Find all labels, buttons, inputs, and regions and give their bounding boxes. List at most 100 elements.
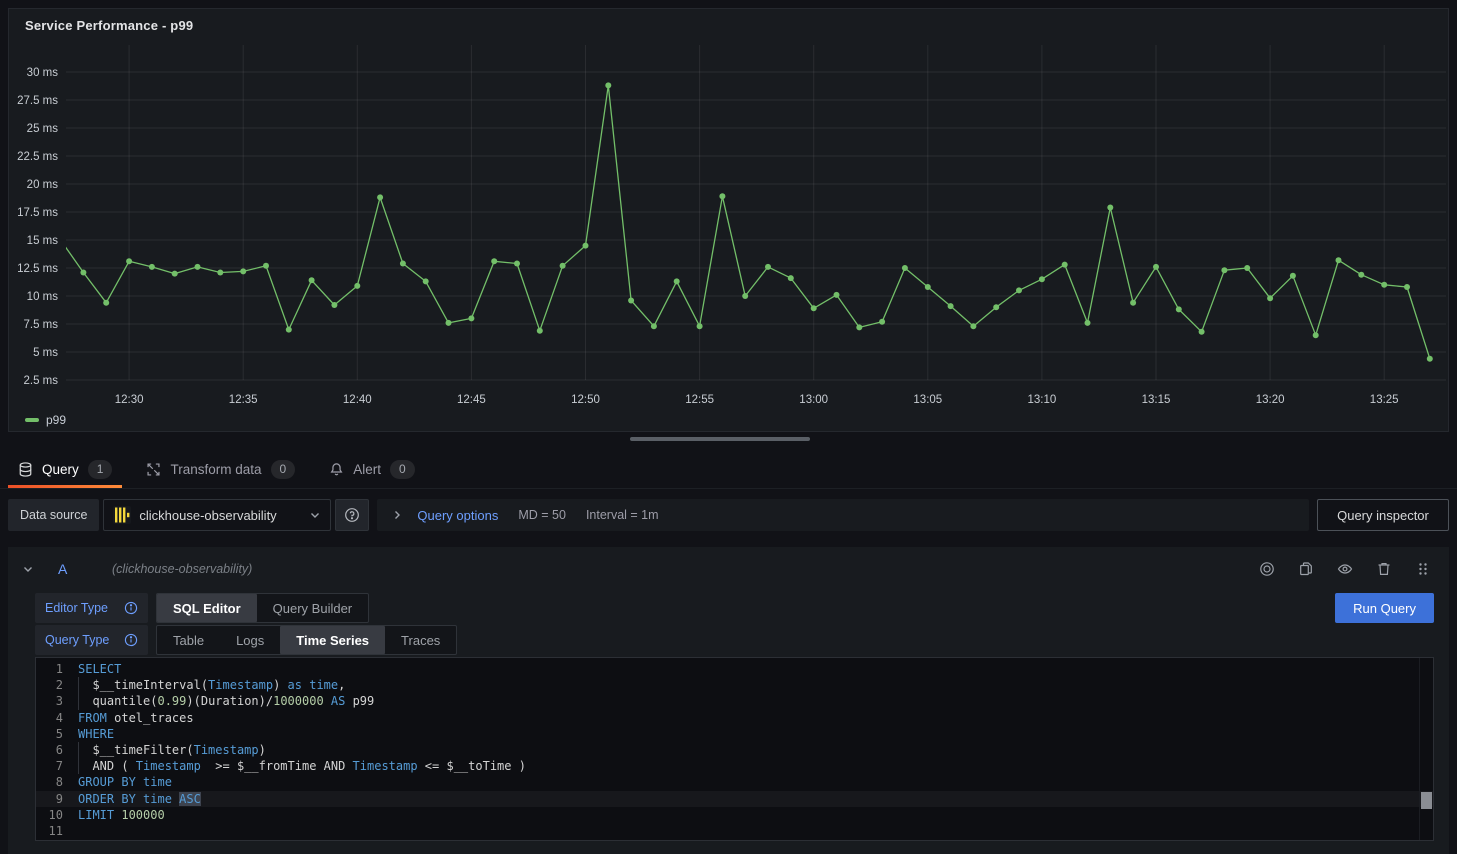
editor-mode-query-builder[interactable]: Query Builder (257, 594, 368, 622)
svg-text:13:25: 13:25 (1370, 394, 1399, 406)
query-type-row: Query Type Table Logs Time Series Traces (35, 625, 1434, 655)
hide-response-eye-icon[interactable] (1337, 561, 1353, 577)
query-type-switcher: Table Logs Time Series Traces (156, 625, 457, 655)
tab-transform-count: 0 (271, 460, 296, 479)
chart-legend[interactable]: p99 (25, 413, 66, 427)
svg-text:13:05: 13:05 (913, 394, 942, 406)
svg-text:17.5 ms: 17.5 ms (17, 207, 58, 219)
svg-text:15 ms: 15 ms (27, 235, 59, 247)
delete-query-trash-icon[interactable] (1376, 561, 1392, 577)
transform-icon (146, 462, 161, 477)
svg-text:2.5 ms: 2.5 ms (23, 375, 58, 387)
datasource-help-button[interactable] (335, 499, 369, 531)
code-line-4[interactable]: 4FROM otel_traces (36, 710, 1433, 726)
query-type-traces[interactable]: Traces (385, 626, 456, 654)
tab-query[interactable]: Query 1 (8, 451, 122, 488)
bell-icon (329, 462, 344, 477)
editor-mode-sql-editor[interactable]: SQL Editor (157, 594, 257, 622)
svg-text:10 ms: 10 ms (27, 291, 59, 303)
svg-text:12:45: 12:45 (457, 394, 486, 406)
panel-title: Service Performance - p99 (9, 9, 1448, 33)
query-row-header: A (clickhouse-observability) (8, 547, 1449, 591)
tab-alert-count: 0 (390, 460, 415, 479)
editor-type-chip: Editor Type (35, 593, 148, 623)
query-options-label[interactable]: Query options (417, 508, 498, 523)
editor-type-row: Editor Type SQL Editor Query Builder Run… (35, 593, 1434, 623)
tab-alert-label: Alert (353, 462, 381, 477)
sql-code-editor[interactable]: 1SELECT2 $__timeInterval(Timestamp) as t… (35, 657, 1434, 841)
tab-alert[interactable]: Alert 0 (319, 451, 424, 488)
query-row-card: A (clickhouse-observability) Editor Type (8, 547, 1449, 854)
code-line-10[interactable]: 10LIMIT 100000 (36, 807, 1433, 823)
query-inspector-button[interactable]: Query inspector (1317, 499, 1449, 531)
datasource-selected: clickhouse-observability (139, 508, 301, 523)
tab-transform-data[interactable]: Transform data 0 (136, 451, 305, 488)
svg-text:7.5 ms: 7.5 ms (23, 319, 58, 331)
info-circle-icon[interactable] (124, 601, 138, 615)
svg-text:5 ms: 5 ms (33, 347, 58, 359)
code-line-9[interactable]: 9ORDER BY time ASC (36, 791, 1433, 807)
legend-label[interactable]: p99 (46, 413, 66, 427)
chevron-down-icon (309, 509, 321, 521)
run-query-button[interactable]: Run Query (1335, 593, 1434, 623)
disable-query-icon[interactable] (1259, 561, 1275, 577)
line-number: 10 (36, 807, 76, 823)
svg-text:13:15: 13:15 (1142, 394, 1171, 406)
query-options-md: MD = 50 (518, 508, 566, 522)
code-line-1[interactable]: 1SELECT (36, 661, 1433, 677)
duplicate-query-icon[interactable] (1298, 561, 1314, 577)
svg-text:12:40: 12:40 (343, 394, 372, 406)
code-line-2[interactable]: 2 $__timeInterval(Timestamp) as time, (36, 677, 1433, 693)
query-type-logs[interactable]: Logs (220, 626, 280, 654)
code-line-3[interactable]: 3 quantile(0.99)(Duration)/1000000 AS p9… (36, 693, 1433, 709)
code-line-5[interactable]: 5WHERE (36, 726, 1433, 742)
question-circle-icon (344, 507, 360, 523)
line-number: 7 (36, 758, 76, 774)
query-options-interval: Interval = 1m (586, 508, 659, 522)
query-options-bar[interactable]: Query options MD = 50 Interval = 1m (377, 499, 1309, 531)
sql-code-lines: 1SELECT2 $__timeInterval(Timestamp) as t… (36, 661, 1433, 839)
svg-text:13:20: 13:20 (1256, 394, 1285, 406)
line-number: 4 (36, 710, 76, 726)
query-datasource-hint: (clickhouse-observability) (112, 562, 1249, 576)
timeseries-panel: Service Performance - p99 2.5 ms 5 ms 7.5 … (8, 8, 1449, 432)
editor-mode-switcher: SQL Editor Query Builder (156, 593, 369, 623)
svg-text:13:10: 13:10 (1028, 394, 1057, 406)
line-number: 3 (36, 693, 76, 709)
latency-chart-svg[interactable]: 2.5 ms 5 ms 7.5 ms 10 ms 12.5 ms 15 ms 17.5 ms… (9, 45, 1450, 413)
editor-type-label: Editor Type (45, 601, 108, 615)
code-line-7[interactable]: 7 AND ( Timestamp >= $__fromTime AND Tim… (36, 758, 1433, 774)
query-type-time-series[interactable]: Time Series (280, 626, 385, 654)
query-type-label: Query Type (45, 633, 109, 647)
line-number: 5 (36, 726, 76, 742)
info-circle-icon[interactable] (124, 633, 138, 647)
svg-text:25 ms: 25 ms (27, 123, 59, 135)
tab-query-count: 1 (88, 460, 113, 479)
code-line-6[interactable]: 6 $__timeFilter(Timestamp) (36, 742, 1433, 758)
svg-text:12.5 ms: 12.5 ms (17, 263, 58, 275)
datasource-select[interactable]: clickhouse-observability (103, 499, 331, 531)
code-line-11[interactable]: 11 (36, 823, 1433, 839)
line-number: 11 (36, 823, 76, 839)
datasource-toolbar: Data source clickhouse-observability (8, 499, 1449, 531)
scrollbar-thumb[interactable] (1421, 792, 1432, 809)
line-number: 8 (36, 774, 76, 790)
clickhouse-logo-icon (113, 506, 131, 524)
scrollbar-track (1419, 658, 1420, 840)
code-line-8[interactable]: 8GROUP BY time (36, 774, 1433, 790)
svg-text:12:55: 12:55 (685, 394, 714, 406)
svg-text:20 ms: 20 ms (27, 179, 59, 191)
line-number: 1 (36, 661, 76, 677)
collapse-chevron-icon[interactable] (22, 563, 34, 575)
panel-resize-handle[interactable] (630, 437, 810, 441)
tab-transform-label: Transform data (170, 462, 261, 477)
query-type-chip: Query Type (35, 625, 148, 655)
datasource-label: Data source (8, 499, 99, 531)
editor-tabs: Query 1 Transform data 0 Alert 0 (0, 451, 1457, 489)
drag-handle-icon[interactable] (1415, 561, 1431, 577)
chevron-right-icon (391, 509, 403, 521)
query-type-table[interactable]: Table (157, 626, 220, 654)
svg-text:13:00: 13:00 (799, 394, 828, 406)
query-ref-id[interactable]: A (58, 561, 88, 577)
legend-swatch (25, 418, 39, 422)
